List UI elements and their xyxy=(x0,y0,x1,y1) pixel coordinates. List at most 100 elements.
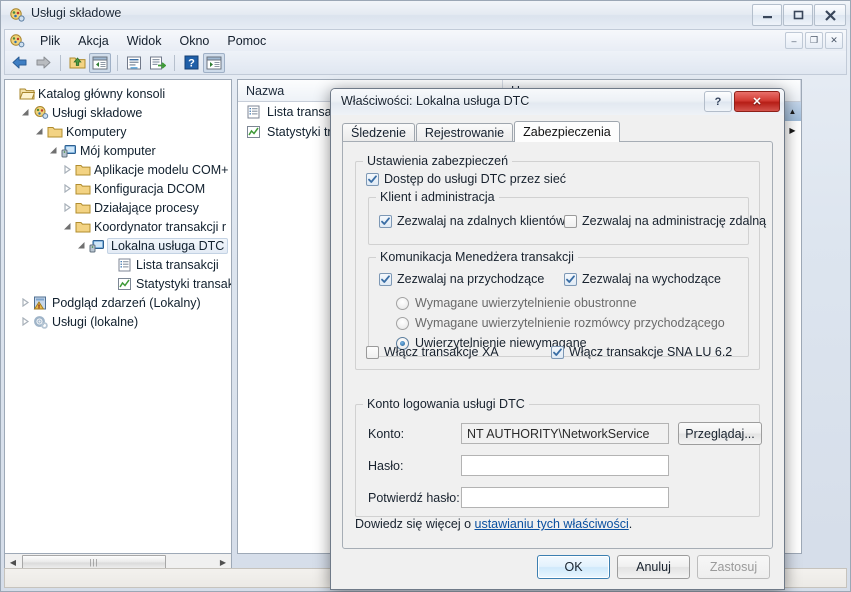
tree-node-my-computer[interactable]: Mój komputer xyxy=(5,141,231,160)
folder-icon xyxy=(74,200,91,216)
client-admin-group: Klient i administracja Zezwalaj na zdaln… xyxy=(368,190,766,245)
scroll-up-icon[interactable]: ▲ xyxy=(784,102,801,121)
help-button[interactable]: ? xyxy=(704,91,732,112)
console-view-icon[interactable] xyxy=(203,52,225,73)
help-icon[interactable]: ? xyxy=(180,53,202,73)
forward-icon[interactable] xyxy=(32,53,54,73)
show-hide-tree-icon[interactable] xyxy=(89,52,111,73)
twisty-collapsed[interactable] xyxy=(19,293,32,312)
twisty-collapsed[interactable] xyxy=(61,198,74,217)
statistics-icon xyxy=(245,124,262,140)
folder-open-icon xyxy=(18,86,35,102)
folder-icon xyxy=(74,162,91,178)
twisty-expanded[interactable] xyxy=(47,141,60,160)
up-folder-icon[interactable] xyxy=(66,53,88,73)
account-input[interactable]: NT AUTHORITY\NetworkService xyxy=(461,423,669,444)
minimize-icon[interactable] xyxy=(752,4,782,26)
tree-node-root[interactable]: Katalog główny konsoli xyxy=(5,84,231,103)
tree-node-local-dtc[interactable]: Lokalna usługa DTC xyxy=(5,236,231,255)
console-tree[interactable]: Katalog główny konsoli Usługi składowe K… xyxy=(5,80,231,331)
checkbox-label: Zezwalaj na wychodzące xyxy=(582,272,721,286)
checkbox-indicator xyxy=(379,272,392,286)
computer-icon xyxy=(60,143,77,159)
dtc-logon-account-title: Konto logowania usługi DTC xyxy=(363,397,529,411)
toolbar-separator xyxy=(60,54,61,71)
cancel-button[interactable]: Anuluj xyxy=(617,555,690,579)
menu-pomoc[interactable]: Pomoc xyxy=(218,32,275,50)
menu-widok[interactable]: Widok xyxy=(118,32,171,50)
mdi-restore-icon[interactable]: ❐ xyxy=(805,32,823,49)
tree-node-transaction-statistics[interactable]: Statystyki transak xyxy=(5,274,231,293)
mdi-minimize-icon[interactable]: – xyxy=(785,32,803,49)
checkbox-label: Dostęp do usługi DTC przez sieć xyxy=(384,172,567,186)
allow-inbound-checkbox[interactable]: Zezwalaj na przychodzące xyxy=(379,272,544,286)
mdi-close-icon[interactable]: ✕ xyxy=(825,32,843,49)
allow-outbound-checkbox[interactable]: Zezwalaj na wychodzące xyxy=(564,272,721,286)
back-icon[interactable] xyxy=(9,53,31,73)
scroll-down-icon[interactable]: ▶ xyxy=(784,121,801,140)
properties-icon[interactable] xyxy=(123,53,145,73)
learn-more-suffix: . xyxy=(628,517,633,531)
confirm-password-input[interactable] xyxy=(461,487,669,508)
tree-node-transaction-list[interactable]: Lista transakcji xyxy=(5,255,231,274)
dialog-title: Właściwości: Lokalna usługa DTC xyxy=(341,94,530,108)
tree-label: Koordynator transakcji r xyxy=(94,219,227,234)
security-settings-title: Ustawienia zabezpieczeń xyxy=(363,154,513,168)
menu-akcja[interactable]: Akcja xyxy=(69,32,118,50)
tree-node-running-processes[interactable]: Działające procesy xyxy=(5,198,231,217)
checkbox-indicator xyxy=(564,214,577,228)
list-item-label: Lista transak xyxy=(267,105,338,119)
tree-label: Lista transakcji xyxy=(136,257,219,272)
radio-incoming-caller-authentication[interactable]: Wymagane uwierzytelnienie rozmówcy przyc… xyxy=(396,316,725,330)
enable-xa-transactions-checkbox[interactable]: Włącz transakcje XA xyxy=(366,345,499,359)
list-item-label: Statystyki tra xyxy=(267,125,339,139)
allow-remote-clients-checkbox[interactable]: Zezwalaj na zdalnych klientów xyxy=(379,214,565,228)
close-button[interactable]: ✕ xyxy=(734,91,780,112)
allow-remote-admin-checkbox[interactable]: Zezwalaj na administrację zdalną xyxy=(564,214,766,228)
tree-node-transaction-coordinator[interactable]: Koordynator transakcji r xyxy=(5,217,231,236)
dtc-logon-account-group: Konto logowania usługi DTC Konto: NT AUT… xyxy=(355,397,762,517)
twisty-expanded[interactable] xyxy=(75,236,88,255)
window-titlebar: Usługi składowe xyxy=(1,1,850,29)
tab-rejestrowanie[interactable]: Rejestrowanie xyxy=(415,123,514,142)
computer-icon xyxy=(88,238,105,254)
tab-zabezpieczenia[interactable]: Zabezpieczenia xyxy=(514,121,620,142)
tree-node-services[interactable]: Usługi (lokalne) xyxy=(5,312,231,331)
properties-dialog: Właściwości: Lokalna usługa DTC ? ✕ Śled… xyxy=(330,88,785,590)
twisty-expanded[interactable] xyxy=(33,122,46,141)
tree-label: Usługi składowe xyxy=(52,105,143,120)
twisty-expanded[interactable] xyxy=(19,103,32,122)
checkbox-indicator xyxy=(366,172,379,186)
tree-label: Statystyki transak xyxy=(136,276,232,291)
learn-more-link[interactable]: ustawianiu tych właściwości xyxy=(475,517,629,531)
tree-label: Działające procesy xyxy=(94,200,199,215)
tree-node-event-viewer[interactable]: Podgląd zdarzeń (Lokalny) xyxy=(5,293,231,312)
tab-sledzenie[interactable]: Śledzenie xyxy=(342,123,415,142)
maximize-icon[interactable] xyxy=(783,4,813,26)
network-dtc-access-checkbox[interactable]: Dostęp do usługi DTC przez sieć xyxy=(366,172,566,186)
statistics-icon xyxy=(116,276,133,292)
tree-node-computers[interactable]: Komputery xyxy=(5,122,231,141)
enable-sna-transactions-checkbox[interactable]: Włącz transakcje SNA LU 6.2 xyxy=(551,345,732,359)
close-icon[interactable] xyxy=(814,4,846,26)
ok-button[interactable]: OK xyxy=(537,555,610,579)
list-vertical-scrollbar[interactable]: ▲ ▶ xyxy=(784,102,801,553)
export-list-icon[interactable] xyxy=(146,53,168,73)
password-input[interactable] xyxy=(461,455,669,476)
tree-node-dcom-config[interactable]: Konfiguracja DCOM xyxy=(5,179,231,198)
radio-mutual-authentication[interactable]: Wymagane uwierzytelnienie obustronne xyxy=(396,296,637,310)
twisty-collapsed[interactable] xyxy=(19,312,32,331)
menu-plik[interactable]: Plik xyxy=(31,32,69,50)
menu-okno[interactable]: Okno xyxy=(170,32,218,50)
apply-button[interactable]: Zastosuj xyxy=(697,555,770,579)
tree-node-component-services[interactable]: Usługi składowe xyxy=(5,103,231,122)
folder-icon xyxy=(74,181,91,197)
twisty-collapsed[interactable] xyxy=(61,179,74,198)
browse-button[interactable]: Przeglądaj... xyxy=(678,422,762,445)
toolbar-separator-3 xyxy=(174,54,175,71)
component-services-icon xyxy=(32,105,49,121)
dialog-body: Śledzenie Rejestrowanie Zabezpieczenia U… xyxy=(331,115,784,589)
twisty-expanded[interactable] xyxy=(61,217,74,236)
tree-node-com-apps[interactable]: Aplikacje modelu COM+ xyxy=(5,160,231,179)
twisty-collapsed[interactable] xyxy=(61,160,74,179)
